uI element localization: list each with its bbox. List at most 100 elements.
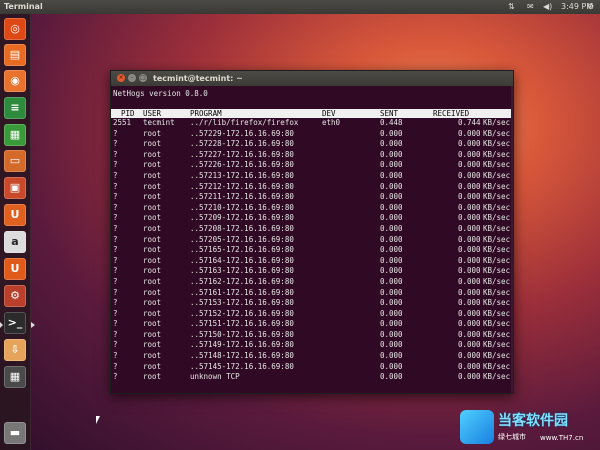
calc-icon[interactable]: ▦ [4, 124, 26, 146]
impress-icon[interactable]: ▭ [4, 150, 26, 172]
row-unit: KB/sec [483, 160, 511, 170]
table-row: ? root ..57161-172.16.16.69:80 0.000 0.000 KB… [111, 288, 511, 299]
updates-glyph: ⇩ [10, 343, 20, 356]
row-received: 0.000 [458, 287, 481, 297]
table-row: ? root ..57151-172.16.16.69:80 0.000 0.000 KB… [111, 319, 511, 330]
row-user: root [143, 372, 162, 382]
col-sent: SENT [380, 109, 399, 118]
volume-icon[interactable]: ◀) [543, 0, 552, 14]
row-sent: 0.000 [380, 139, 403, 149]
window-titlebar[interactable]: × – □ tecmint@tecmint: ~ [111, 71, 513, 86]
row-sent: 0.000 [380, 287, 403, 297]
scrollbar[interactable] [511, 86, 513, 393]
row-unit: KB/sec [483, 308, 511, 318]
row-unit: KB/sec [483, 192, 511, 202]
row-received: 0.000 [458, 319, 481, 329]
row-pid: ? [113, 160, 118, 170]
writer-icon[interactable]: ≡ [4, 97, 26, 119]
ubuntu-one-icon[interactable]: U [4, 204, 26, 226]
row-pid: ? [113, 149, 118, 159]
row-sent: 0.000 [380, 319, 403, 329]
mail-icon[interactable]: ✉ [527, 0, 534, 14]
row-program: ..57210-172.16.16.69:80 [190, 202, 294, 212]
software-center-glyph: ▣ [9, 181, 21, 194]
row-pid: ? [113, 234, 118, 244]
top-panel: Terminal ⇅ ✉ ◀) 3:49 PM ⚙ [0, 0, 600, 14]
row-user: root [143, 298, 162, 308]
table-row: ? root ..57164-172.16.16.69:80 0.000 0.000 KB… [111, 256, 511, 267]
table-row: ? root ..57228-172.16.16.69:80 0.000 0.000 KB… [111, 139, 511, 150]
row-program: ..57149-172.16.16.69:80 [190, 340, 294, 350]
row-received: 0.000 [458, 308, 481, 318]
row-pid: ? [113, 372, 118, 382]
row-unit: KB/sec [483, 234, 511, 244]
row-program: ..57213-172.16.16.69:80 [190, 170, 294, 180]
maximize-icon[interactable]: □ [139, 74, 147, 82]
files-icon[interactable]: ▤ [4, 44, 26, 66]
ubuntu-one-music-icon[interactable]: U [4, 258, 26, 280]
row-sent: 0.000 [380, 298, 403, 308]
row-pid: ? [113, 266, 118, 276]
row-program: ..57153-172.16.16.69:80 [190, 298, 294, 308]
table-row: ? root ..57152-172.16.16.69:80 0.000 0.000 KB… [111, 309, 511, 320]
table-row: ? root ..57162-172.16.16.69:80 0.000 0.000 KB… [111, 277, 511, 288]
row-sent: 0.000 [380, 245, 403, 255]
row-sent: 0.448 [380, 118, 403, 127]
ubuntu-one-glyph: U [10, 208, 20, 221]
row-received: 0.000 [458, 139, 481, 149]
row-user: root [143, 234, 162, 244]
row-unit: KB/sec [483, 181, 511, 191]
row-program: ../r/lib/firefox/firefox [190, 118, 299, 127]
row-unit: KB/sec [483, 118, 511, 127]
row-received: 0.000 [458, 170, 481, 180]
row-sent: 0.000 [380, 234, 403, 244]
software-center-icon[interactable]: ▣ [4, 177, 26, 199]
close-icon[interactable]: × [117, 74, 125, 82]
row-user: root [143, 319, 162, 329]
terminal-icon[interactable]: >_ [4, 312, 26, 334]
table-row: ? root ..57210-172.16.16.69:80 0.000 0.000 KB… [111, 203, 511, 214]
files-glyph: ▤ [9, 48, 21, 61]
col-received: RECEIVED [433, 109, 470, 118]
row-user: root [143, 340, 162, 350]
minimize-icon[interactable]: – [128, 74, 136, 82]
table-row: ? root ..57229-172.16.16.69:80 0.000 0.000 KB… [111, 129, 511, 140]
row-program: ..57226-172.16.16.69:80 [190, 160, 294, 170]
table-row: ? root ..57145-172.16.16.69:80 0.000 0.000 KB… [111, 362, 511, 373]
row-unit: KB/sec [483, 139, 511, 149]
terminal-window[interactable]: × – □ tecmint@tecmint: ~ NetHogs version… [110, 70, 514, 394]
row-user: root [143, 287, 162, 297]
row-pid: ? [113, 298, 118, 308]
firefox-icon[interactable]: ◉ [4, 70, 26, 92]
row-program: ..57162-172.16.16.69:80 [190, 276, 294, 286]
dash-home-icon[interactable]: ◎ [4, 18, 26, 40]
row-user: root [143, 245, 162, 255]
row-unit: KB/sec [483, 372, 511, 382]
dash-home-glyph: ◎ [10, 22, 20, 35]
row-program: ..57208-172.16.16.69:80 [190, 223, 294, 233]
updates-icon[interactable]: ⇩ [4, 339, 26, 361]
table-row: ? root ..57148-172.16.16.69:80 0.000 0.000 KB… [111, 351, 511, 362]
amazon-icon[interactable]: a [4, 231, 26, 253]
row-program: ..57161-172.16.16.69:80 [190, 287, 294, 297]
row-user: root [143, 351, 162, 361]
trash-glyph: ▬ [9, 426, 21, 439]
row-user: root [143, 192, 162, 202]
col-pid: PID [121, 109, 135, 118]
row-pid: ? [113, 255, 118, 265]
row-received: 0.000 [458, 213, 481, 223]
row-pid: ? [113, 202, 118, 212]
settings-glyph: ⚙ [10, 289, 20, 302]
table-row: ? root ..57213-172.16.16.69:80 0.000 0.000 KB… [111, 171, 511, 182]
gear-icon[interactable]: ⚙ [587, 0, 594, 14]
workspaces-icon[interactable]: ▦ [4, 366, 26, 388]
network-icon[interactable]: ⇅ [508, 0, 515, 14]
row-sent: 0.000 [380, 340, 403, 350]
settings-icon[interactable]: ⚙ [4, 285, 26, 307]
row-user: root [143, 329, 162, 339]
row-unit: KB/sec [483, 149, 511, 159]
row-sent: 0.000 [380, 255, 403, 265]
row-pid: ? [113, 223, 118, 233]
trash-icon[interactable]: ▬ [4, 422, 26, 444]
row-received: 0.000 [458, 351, 481, 361]
